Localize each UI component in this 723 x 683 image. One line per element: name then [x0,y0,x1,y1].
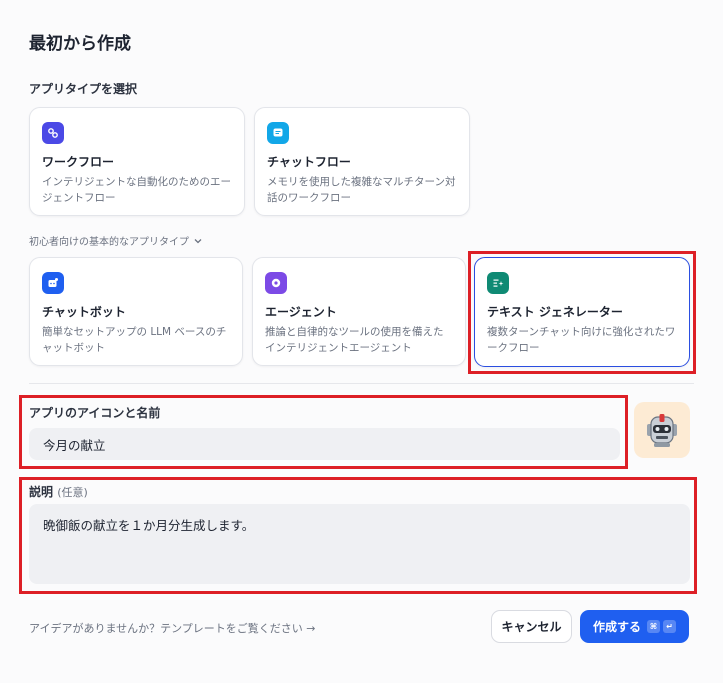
app-type-card-workflow[interactable]: ワークフロー インテリジェントな自動化のためのエージェントフロー [29,107,245,216]
description-label: 説明 (任意) [29,483,88,500]
app-name-input[interactable] [29,428,620,460]
template-link[interactable]: アイデアがありませんか？テンプレートをご覧ください → [29,620,316,636]
app-type-card-chatbot[interactable]: チャットボット 簡単なセットアップの LLM ベースのチャットボット [29,257,243,366]
divider [29,383,694,384]
cmd-key-icon: ⌘ [647,620,660,633]
basic-types-toggle[interactable]: 初心者向けの基本的なアプリタイプ [29,233,203,248]
app-icon-picker[interactable] [634,402,690,458]
description-label-text: 説明 [29,485,54,499]
card-description: メモリを使用した複雑なマルチターン対話のワークフロー [267,176,456,204]
chatbot-icon [42,272,64,294]
card-title: エージェント [265,305,337,319]
create-button-label: 作成する [592,620,641,634]
card-title: テキスト ジェネレーター [487,305,623,319]
card-description: 推論と自律的なツールの使用を備えたインテリジェントエージェント [265,326,444,354]
basic-types-label: 初心者向けの基本的なアプリタイプ [29,237,189,248]
text-generator-icon [487,272,509,294]
card-description: インテリジェントな自動化のためのエージェントフロー [42,176,231,204]
chatflow-icon [267,122,289,144]
robot-icon [647,414,677,447]
card-title: チャットボット [42,305,126,319]
card-title: ワークフロー [42,155,115,169]
chevron-down-icon [194,238,202,243]
app-type-card-chatflow[interactable]: チャットフロー メモリを使用した複雑なマルチターン対話のワークフロー [254,107,470,216]
agent-icon [265,272,287,294]
create-app-dialog: 最初から作成 アプリタイプを選択 ワークフロー インテリジェントな自動化のための… [0,0,723,683]
optional-tag: (任意) [57,486,88,499]
app-type-label: アプリタイプを選択 [29,82,138,96]
app-type-card-text-generator[interactable]: テキスト ジェネレーター 複数ターンチャット向けに強化されたワークフロー [474,257,690,367]
app-type-card-agent[interactable]: エージェント 推論と自律的なツールの使用を備えたインテリジェントエージェント [252,257,466,366]
card-title: チャットフロー [267,155,351,169]
workflow-icon [42,122,64,144]
cancel-button[interactable]: キャンセル [491,610,572,643]
card-description: 簡単なセットアップの LLM ベースのチャットボット [42,326,227,354]
enter-key-icon: ↵ [663,620,676,633]
app-name-label: アプリのアイコンと名前 [29,406,161,420]
dialog-title: 最初から作成 [29,34,131,54]
card-description: 複数ターンチャット向けに強化されたワークフロー [487,326,676,354]
description-textarea[interactable]: 晩御飯の献立を１か月分生成します。 [29,504,690,584]
create-button[interactable]: 作成する ⌘ ↵ [580,610,689,643]
